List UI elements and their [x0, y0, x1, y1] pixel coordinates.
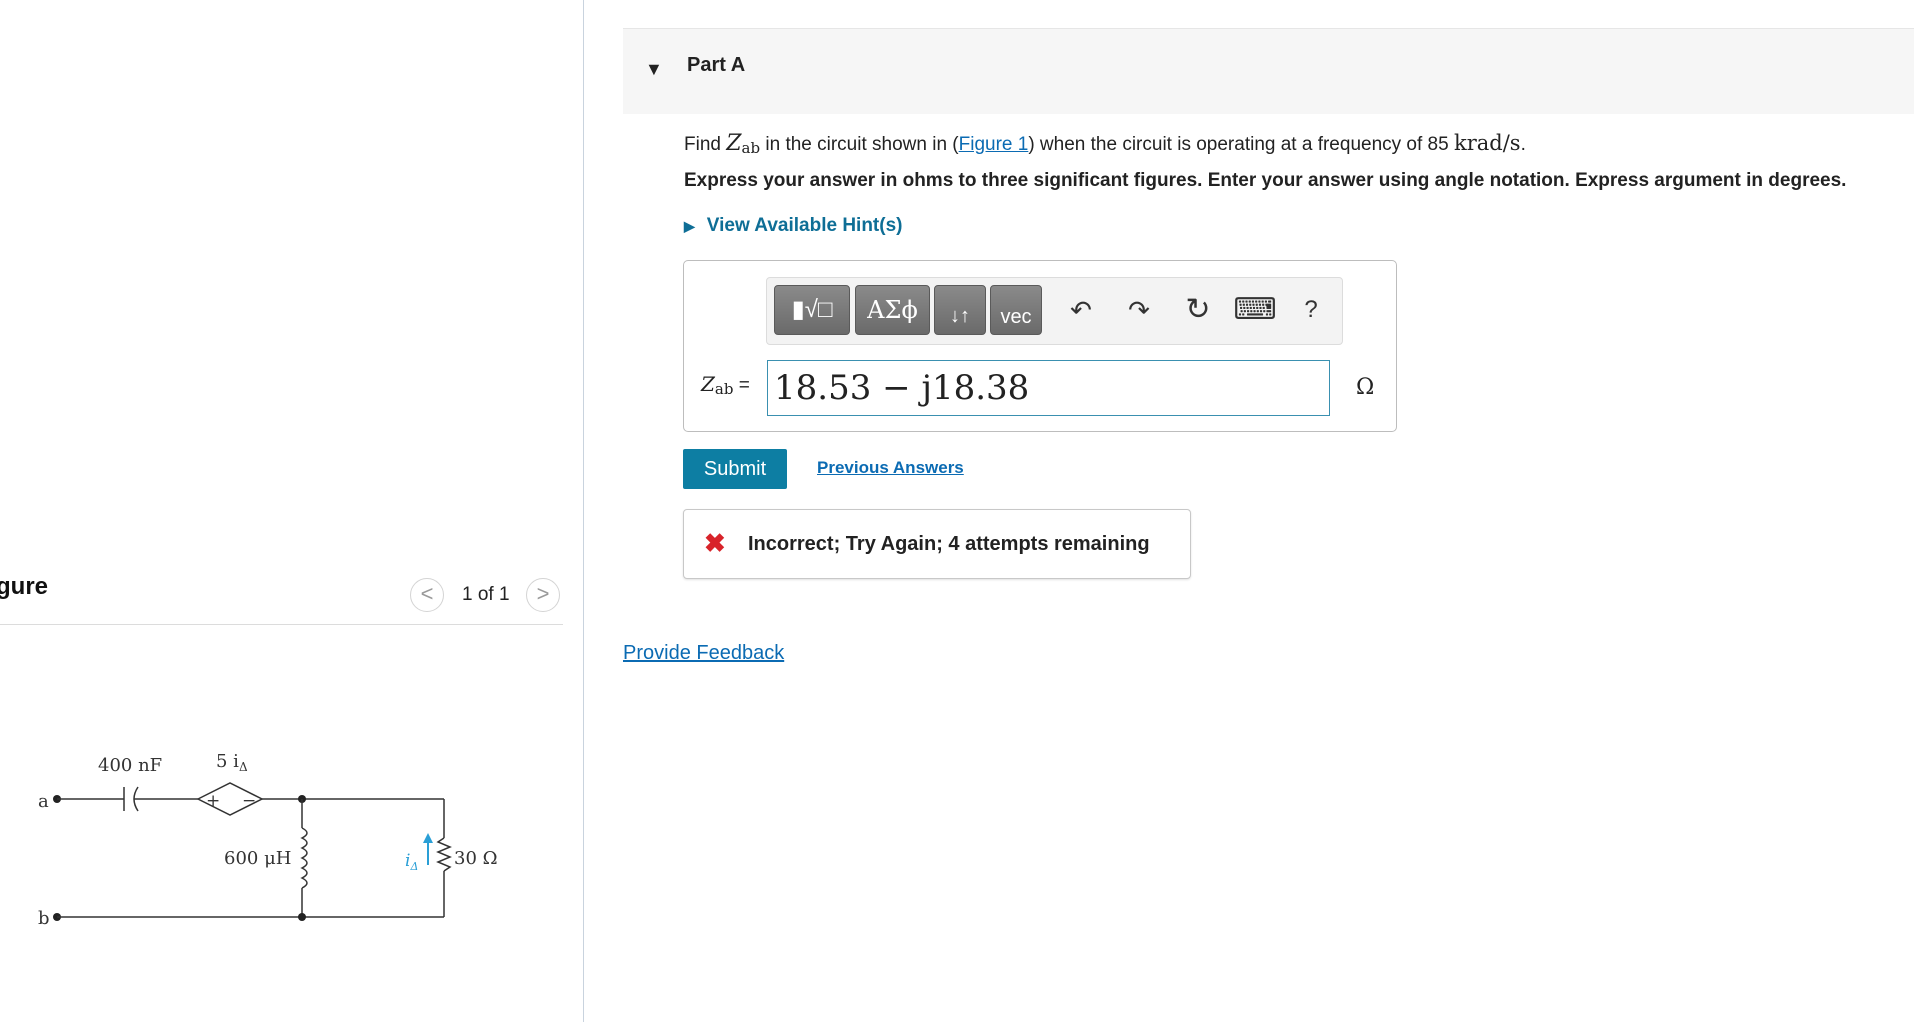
keyboard-icon[interactable]: ⌨ [1233, 292, 1277, 328]
part-header[interactable]: ▼ Part A [623, 28, 1914, 114]
answer-label-var: Z [701, 372, 715, 396]
answer-label-sub: ab [714, 380, 734, 398]
source-plus-sign: + [206, 791, 220, 811]
capacitor [57, 786, 198, 812]
node-b-label: b [38, 908, 50, 929]
collapse-caret-icon[interactable]: ▼ [645, 59, 663, 80]
inductor [300, 799, 308, 917]
reset-icon[interactable]: ↻ [1180, 292, 1216, 328]
provide-feedback-link[interactable]: Provide Feedback [623, 642, 784, 665]
feedback-message-box: ✖ Incorrect; Try Again; 4 attempts remai… [683, 509, 1191, 579]
bottom-node [298, 913, 306, 921]
figure-next-button[interactable]: > [526, 578, 560, 612]
panel-divider [583, 0, 584, 1022]
question-end: . [1520, 134, 1526, 155]
answer-label: Zab = [701, 372, 750, 398]
redo-icon[interactable]: ↷ [1121, 292, 1157, 328]
arrows-button[interactable]: ↓↑ [934, 285, 986, 335]
source-label: 5 iΔ [216, 751, 248, 774]
help-icon[interactable]: ? [1293, 292, 1329, 328]
templates-button[interactable]: ▮√□ [774, 285, 850, 335]
answer-input[interactable]: 18.53 − j18.38 [767, 360, 1330, 416]
symbols-button[interactable]: ΑΣϕ [855, 285, 930, 335]
figure-divider [0, 624, 563, 625]
vector-button[interactable]: vec [990, 285, 1042, 335]
expand-triangle-icon: ▶ [684, 218, 695, 234]
feedback-message: Incorrect; Try Again; 4 attempts remaini… [748, 533, 1150, 555]
node-a-label: a [38, 791, 49, 812]
current-arrow [423, 833, 433, 865]
resistor-label: 30 Ω [454, 848, 498, 869]
question-variable: Z [726, 131, 742, 156]
figure-prev-button[interactable]: < [410, 578, 444, 612]
resistor [436, 799, 452, 917]
question-unit: krad/s [1453, 131, 1521, 155]
question-variable-sub: ab [741, 139, 761, 157]
question-after-link: ) when the circuit is operating at a fre… [1028, 134, 1454, 155]
figure-counter: 1 of 1 [462, 584, 510, 605]
circuit-diagram: a b 400 nF + − 5 iΔ 600 μH 30 Ω iΔ [38, 751, 498, 929]
dependent-voltage-source: + − [196, 782, 264, 816]
view-hints-toggle[interactable]: ▶ View Available Hint(s) [684, 215, 902, 237]
inductor-label: 600 μH [224, 848, 291, 869]
part-title: Part A [687, 54, 746, 76]
math-toolbar: ▮√□ ΑΣϕ ↓↑ vec ↶ ↷ ↻ ⌨ ? [766, 277, 1343, 345]
capacitor-label: 400 nF [98, 755, 162, 776]
figure-link[interactable]: Figure 1 [959, 134, 1029, 155]
error-x-icon: ✖ [704, 528, 726, 558]
current-label: iΔ [405, 851, 418, 873]
previous-answers-link[interactable]: Previous Answers [817, 458, 964, 478]
submit-button[interactable]: Submit [683, 449, 787, 489]
question-prefix: Find [684, 134, 727, 155]
answer-label-eq: = [733, 375, 750, 396]
source-minus-sign: − [242, 791, 256, 811]
question-text: Find Zab in the circuit shown in (Figure… [684, 128, 1526, 163]
instructions: Express your answer in ohms to three sig… [684, 170, 1847, 191]
figure-title: gure [0, 573, 49, 600]
hint-label: View Available Hint(s) [706, 215, 903, 236]
undo-icon[interactable]: ↶ [1063, 292, 1099, 328]
answer-unit: Ω [1356, 375, 1375, 400]
question-mid: in the circuit shown in ( [760, 134, 959, 155]
